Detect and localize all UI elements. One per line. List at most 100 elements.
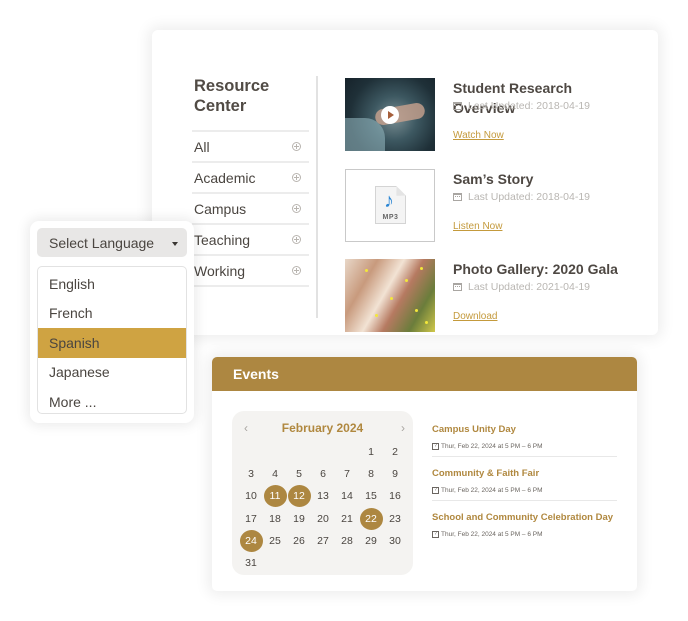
calendar-day[interactable]: 16 xyxy=(383,485,407,507)
calendar-icon xyxy=(453,193,462,201)
category-label: Working xyxy=(194,262,246,279)
calendar-month: February 2024 xyxy=(281,421,364,435)
calendar-day[interactable]: 8 xyxy=(359,463,383,485)
calendar-day-number: 31 xyxy=(245,557,257,570)
category-working[interactable]: Working xyxy=(192,256,309,287)
calendar-day-number: 19 xyxy=(293,512,305,525)
resource-item: ♪ MP3 Sam’s Story Last Updated: 2018-04-… xyxy=(345,169,645,243)
plus-circle-icon xyxy=(292,204,301,213)
calendar-day[interactable]: 3 xyxy=(239,463,263,485)
event-item[interactable]: School and Community Celebration Day ? Th… xyxy=(432,511,617,544)
resource-center-card: Resource Center All Academic Campus Teac… xyxy=(152,30,658,335)
calendar-day[interactable]: 18 xyxy=(263,508,287,530)
calendar-day[interactable]: 30 xyxy=(383,530,407,552)
calendar-day[interactable]: 9 xyxy=(383,463,407,485)
calendar-day-with-event[interactable]: 22 xyxy=(359,507,383,530)
calendar-day[interactable]: 5 xyxy=(287,463,311,485)
event-title[interactable]: School and Community Celebration Day xyxy=(432,511,617,525)
calendar-day-number: 23 xyxy=(389,512,401,525)
event-time-text: Thur, Feb 22, 2024 at 5 PM – 6 PM xyxy=(441,531,543,538)
event-item[interactable]: Campus Unity Day ? Thur, Feb 22, 2024 at … xyxy=(432,423,617,457)
calendar-day[interactable]: 2 xyxy=(383,441,407,463)
resource-title: Student Research Overview xyxy=(453,80,573,116)
calendar-blank xyxy=(263,441,287,463)
language-option[interactable]: Spanish xyxy=(38,328,186,358)
confetti-dot xyxy=(420,267,423,270)
calendar-day[interactable]: 21 xyxy=(335,508,359,530)
calendar-day-number: 6 xyxy=(320,468,326,481)
language-option[interactable]: Japanese xyxy=(38,358,186,388)
calendar-day-number: 20 xyxy=(317,512,329,525)
confetti-dot xyxy=(415,309,418,312)
language-option[interactable]: English xyxy=(38,269,186,299)
resource-title: Photo Gallery: 2020 Gala xyxy=(453,261,618,277)
play-icon[interactable] xyxy=(381,106,399,124)
calendar-blank xyxy=(335,441,359,463)
calendar-day[interactable]: 20 xyxy=(311,508,335,530)
calendar-day[interactable]: 4 xyxy=(263,463,287,485)
calendar-day[interactable]: 1 xyxy=(359,441,383,463)
calendar-day-with-event[interactable]: 12 xyxy=(287,485,311,508)
calendar-day[interactable]: 29 xyxy=(359,530,383,552)
event-time: ? Thur, Feb 22, 2024 at 5 PM – 6 PM xyxy=(432,531,617,538)
photo-thumbnail[interactable] xyxy=(345,259,435,332)
calendar-day[interactable]: 6 xyxy=(311,463,335,485)
category-all[interactable]: All xyxy=(192,132,309,163)
last-updated: Last Updated: 2018-04-19 xyxy=(468,191,591,203)
language-select[interactable]: Select Language xyxy=(37,228,187,257)
prev-month-button[interactable]: ‹ xyxy=(244,419,248,437)
category-academic[interactable]: Academic xyxy=(192,163,309,194)
calendar-header: ‹ February 2024 › xyxy=(232,419,413,437)
mp3-thumbnail[interactable]: ♪ MP3 xyxy=(345,169,435,242)
calendar-day-number: 3 xyxy=(248,468,254,481)
plus-circle-icon xyxy=(292,235,301,244)
calendar-day[interactable]: 27 xyxy=(311,530,335,552)
calendar-day[interactable]: 26 xyxy=(287,530,311,552)
language-option[interactable]: French xyxy=(38,299,186,329)
calendar-day-number: 24 xyxy=(239,529,263,552)
calendar-day[interactable]: 28 xyxy=(335,530,359,552)
calendar-day[interactable]: 17 xyxy=(239,508,263,530)
confetti-dot xyxy=(365,269,368,272)
calendar-day-number: 13 xyxy=(317,490,329,503)
event-time: ? Thur, Feb 22, 2024 at 5 PM – 6 PM xyxy=(432,443,617,450)
calendar-day-number: 4 xyxy=(272,468,278,481)
calendar-day[interactable]: 10 xyxy=(239,485,263,507)
calendar-day[interactable]: 13 xyxy=(311,485,335,507)
download-link[interactable]: Download xyxy=(453,311,497,322)
calendar-day-with-event[interactable]: 24 xyxy=(239,529,263,552)
event-title[interactable]: Community & Faith Fair xyxy=(432,467,617,481)
listen-now-link[interactable]: Listen Now xyxy=(453,221,502,232)
video-thumbnail[interactable] xyxy=(345,78,435,151)
plus-circle-icon xyxy=(292,142,301,151)
category-label: Campus xyxy=(194,200,247,217)
language-selector-card: Select Language English French Spanish Japa… xyxy=(30,221,194,423)
confetti-dot xyxy=(375,314,378,317)
calendar-day[interactable]: 19 xyxy=(287,508,311,530)
calendar-day[interactable]: 7 xyxy=(335,463,359,485)
resource-item: Student Research Overview Last Updated: … xyxy=(345,78,645,152)
calendar-day-number: 9 xyxy=(392,468,398,481)
next-month-button[interactable]: › xyxy=(401,419,405,437)
calendar-day[interactable]: 31 xyxy=(239,552,263,574)
confetti-dot xyxy=(405,279,408,282)
calendar-day[interactable]: 23 xyxy=(383,508,407,530)
watch-now-link[interactable]: Watch Now xyxy=(453,130,504,141)
calendar-grid: 1 2 3 4 5 6 7 8 9 10 11 12 13 14 15 16 17 18 19 20 21 22 23 24 2… xyxy=(239,441,407,574)
calendar-blank xyxy=(311,441,335,463)
category-campus[interactable]: Campus xyxy=(192,194,309,225)
calendar-day[interactable]: 14 xyxy=(335,485,359,507)
calendar-day-number: 8 xyxy=(368,468,374,481)
calendar-day-with-event[interactable]: 11 xyxy=(263,485,287,508)
calendar-day-number: 30 xyxy=(389,534,401,547)
resource-meta: Last Updated: 2018-04-19 xyxy=(453,191,590,203)
event-time-text: Thur, Feb 22, 2024 at 5 PM – 6 PM xyxy=(441,487,543,494)
event-title[interactable]: Campus Unity Day xyxy=(432,423,617,437)
language-option[interactable]: More ... xyxy=(38,387,186,413)
category-teaching[interactable]: Teaching xyxy=(192,225,309,256)
event-item[interactable]: Community & Faith Fair ? Thur, Feb 22, 20… xyxy=(432,467,617,501)
calendar-day[interactable]: 15 xyxy=(359,485,383,507)
plus-circle-icon xyxy=(292,266,301,275)
calendar-day[interactable]: 25 xyxy=(263,530,287,552)
clock-icon: ? xyxy=(432,443,439,450)
